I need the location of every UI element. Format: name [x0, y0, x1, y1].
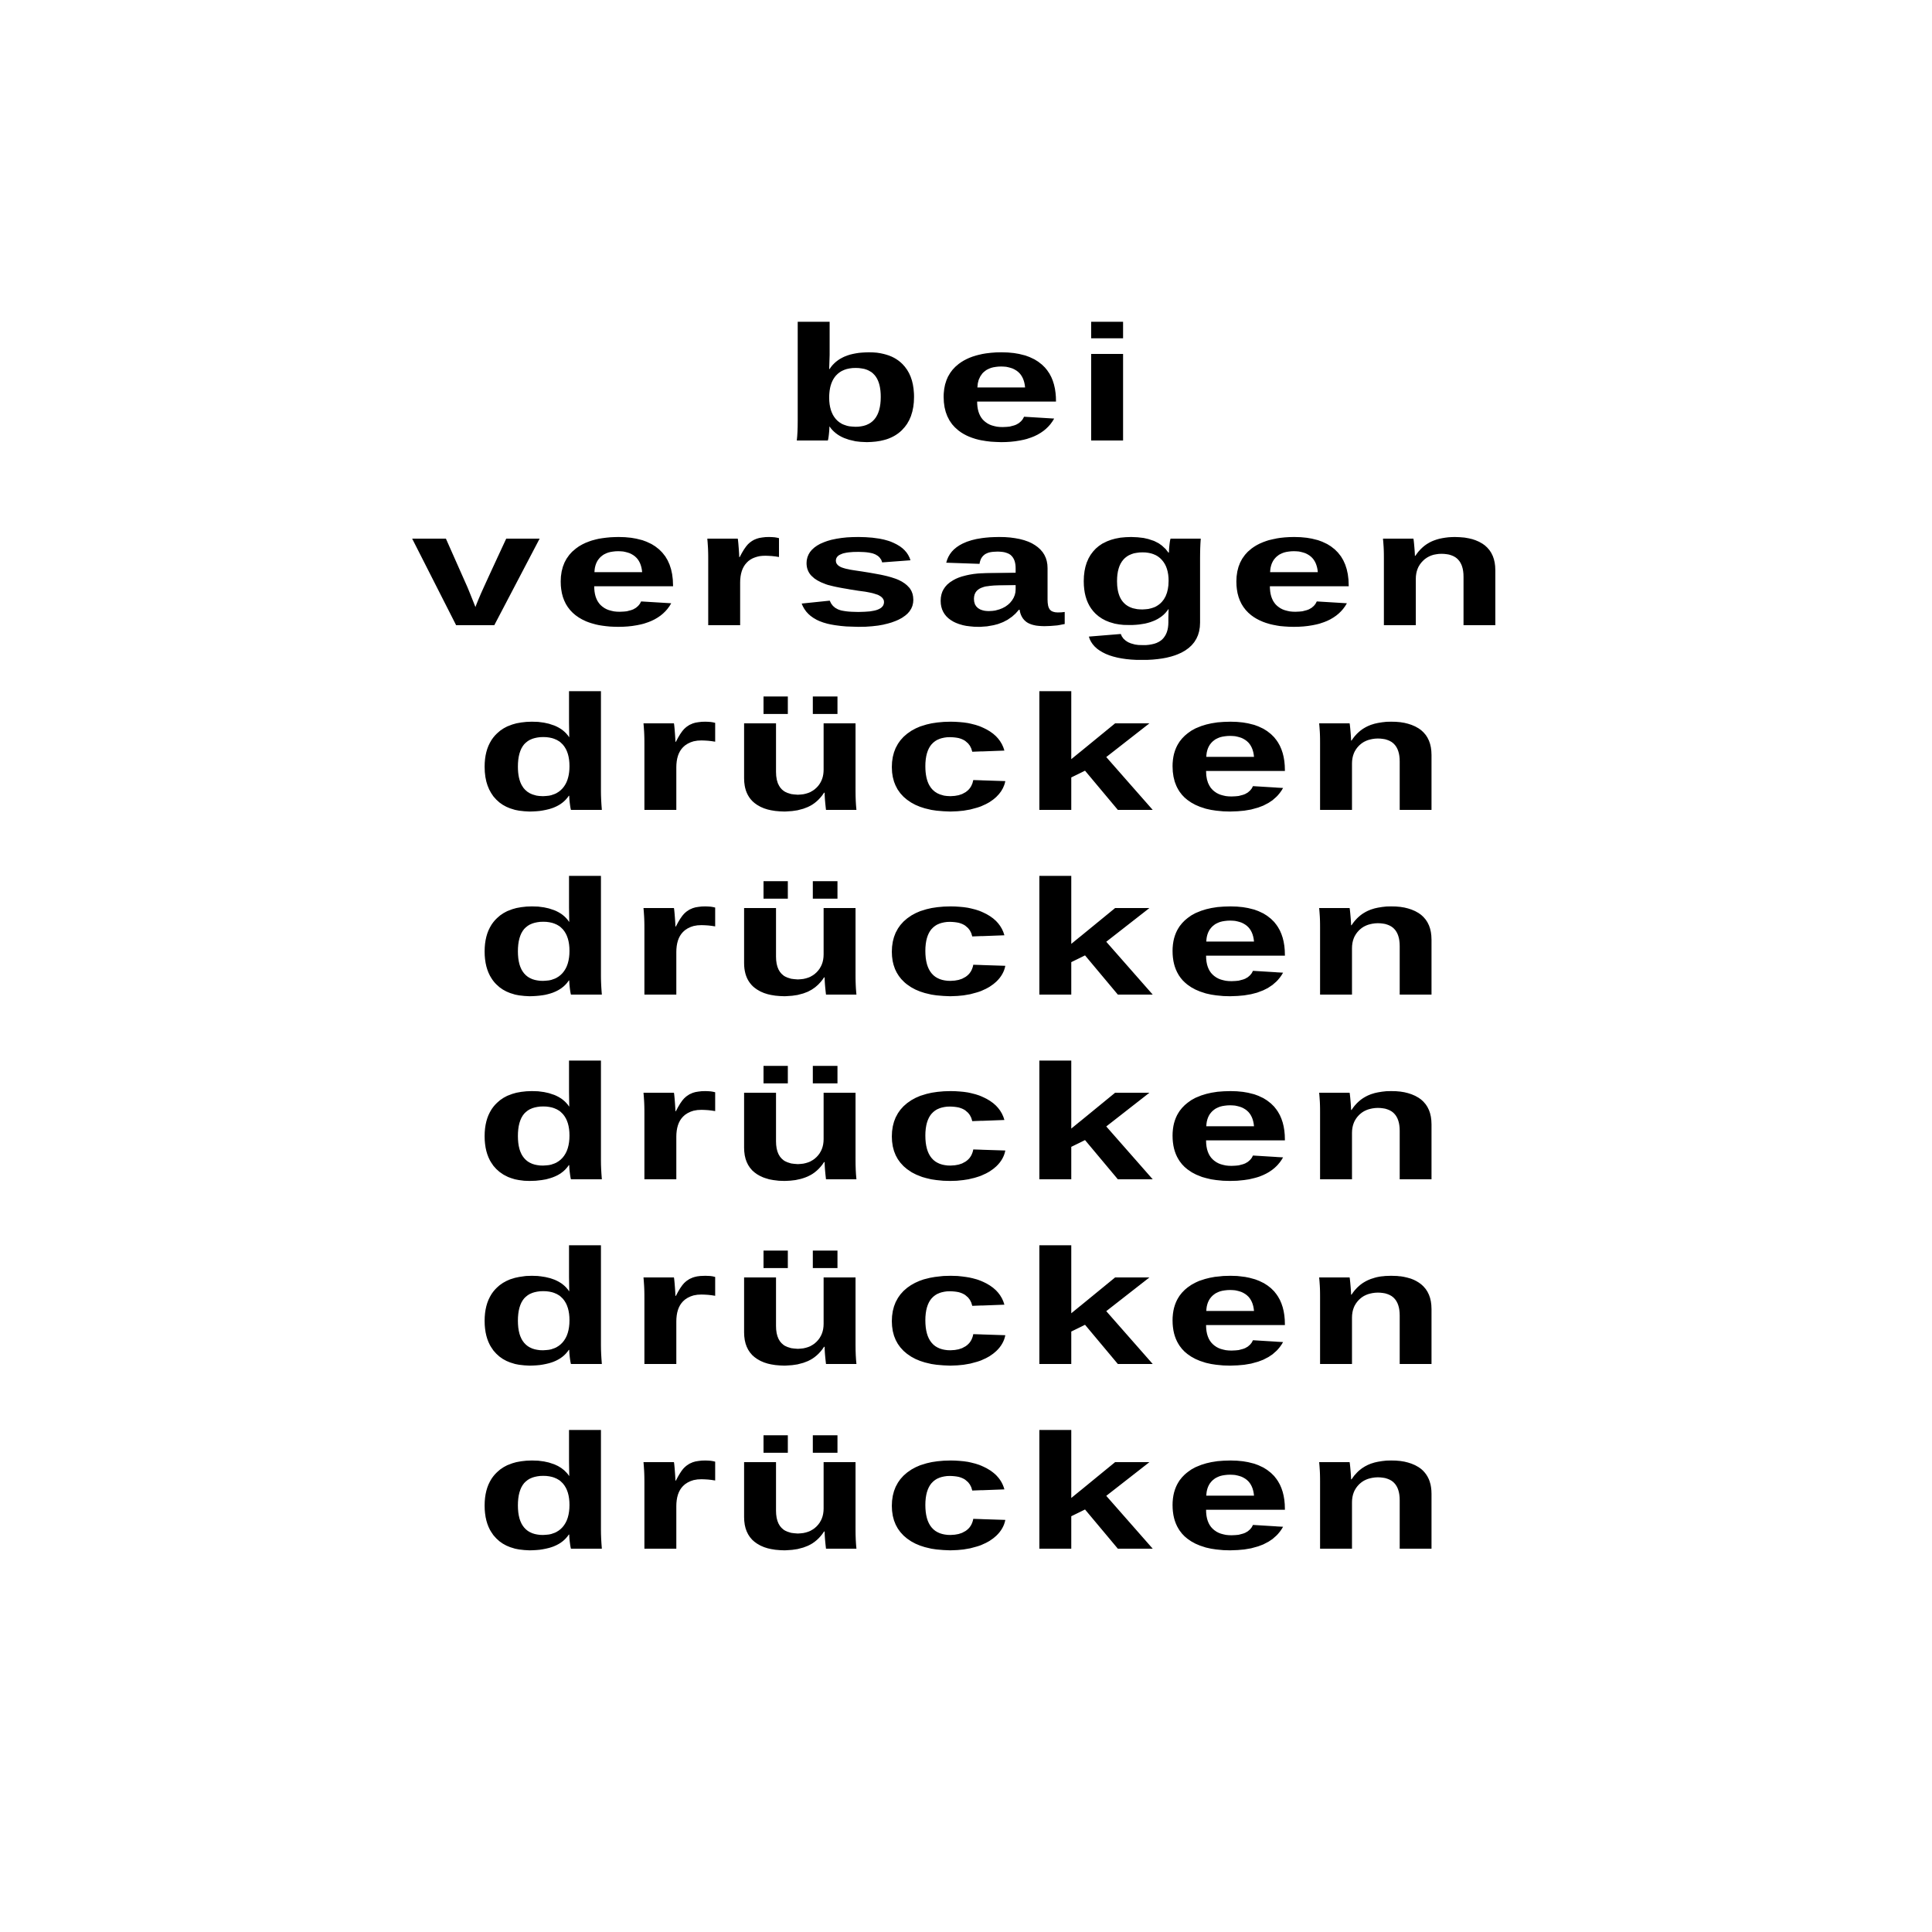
line-druecken-2: drücken	[474, 846, 1458, 1029]
line-bei: bei	[781, 292, 1151, 475]
line-druecken-4: drücken	[474, 1216, 1458, 1399]
line-druecken-3: drücken	[474, 1031, 1458, 1214]
line-druecken-1: drücken	[474, 662, 1458, 845]
typographic-poster: bei versagen drücken drücken drücken drü…	[0, 0, 1932, 1932]
line-versagen: versagen	[411, 477, 1521, 660]
line-druecken-5: drücken	[474, 1400, 1458, 1583]
